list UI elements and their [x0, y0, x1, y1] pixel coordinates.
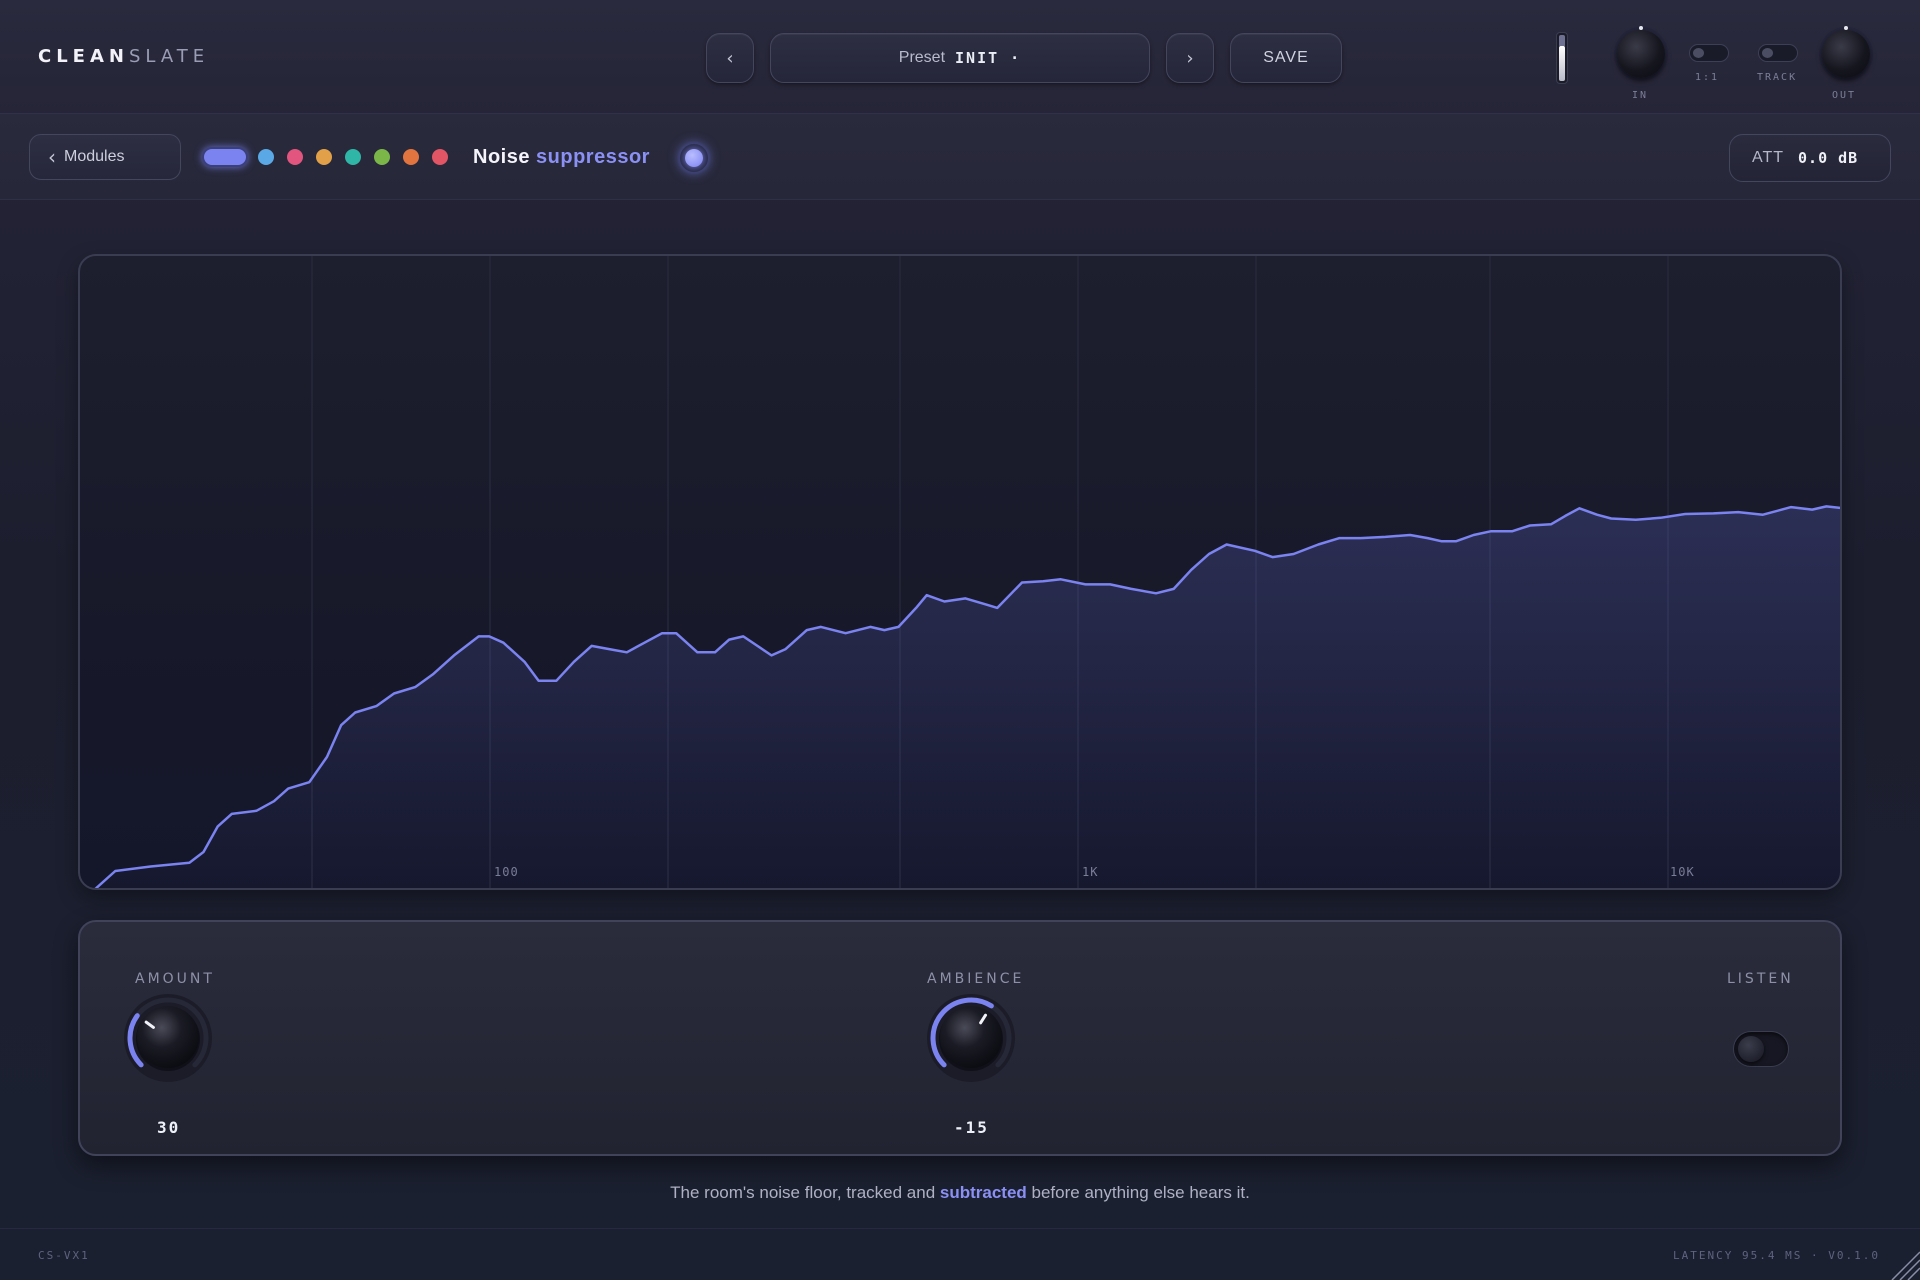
latency-version: LATENCY 95.4 MS · V0.1.0 — [1673, 1249, 1880, 1262]
module-title: Noise suppressor — [473, 146, 650, 169]
caption-highlight: subtracted — [939, 1183, 1027, 1202]
save-label: SAVE — [1263, 49, 1309, 66]
ratio-toggle[interactable] — [1689, 44, 1729, 62]
amount-knob[interactable] — [118, 988, 218, 1088]
att-value: 0.0 dB — [1798, 149, 1859, 167]
att-label: ATT — [1752, 149, 1785, 166]
spectrum-display: 100 1K 10K — [78, 254, 1842, 890]
chevron-right-icon: › — [1186, 47, 1194, 69]
logo-bold-text: CLEAN — [38, 46, 129, 67]
attenuation-display[interactable]: ATT 0.0 dB — [1729, 134, 1891, 182]
track-toggle[interactable] — [1758, 44, 1798, 62]
resize-grip-icon[interactable] — [1886, 1246, 1920, 1280]
track-label: TRACK — [1757, 72, 1798, 83]
save-button[interactable]: SAVE — [1230, 33, 1342, 83]
ambience-label: AMBIENCE — [927, 971, 1025, 987]
meter-fill — [1559, 46, 1565, 81]
module-description: The room's noise floor, tracked and subt… — [0, 1183, 1920, 1203]
caption-text-after: before anything else hears it. — [1026, 1183, 1250, 1202]
top-bar: CLEANSLATE ‹ Preset INIT · › SAVE IN 1:1… — [0, 0, 1920, 114]
color-swatch-active[interactable] — [202, 147, 248, 167]
frequency-tick-label: 1K — [1082, 865, 1098, 879]
knob-cap — [940, 1006, 1002, 1068]
amount-value: 30 — [157, 1118, 181, 1137]
ratio-label: 1:1 — [1695, 72, 1720, 83]
ambience-knob[interactable] — [921, 988, 1021, 1088]
module-title-accent: suppressor — [536, 146, 650, 168]
color-swatch[interactable] — [432, 149, 448, 165]
input-level-meter — [1556, 32, 1568, 84]
modules-back-label: Modules — [64, 148, 125, 165]
footer-divider — [0, 1228, 1920, 1229]
knob-cap — [137, 1006, 199, 1068]
logo-light-text: SLATE — [128, 46, 210, 67]
input-gain-knob[interactable] — [1617, 26, 1665, 78]
ambience-value: -15 — [954, 1118, 989, 1137]
module-power-button[interactable] — [678, 142, 710, 174]
module-title-primary: Noise — [473, 146, 530, 168]
model-id: CS-VX1 — [38, 1249, 90, 1262]
spectrum-graph: 100 1K 10K — [94, 256, 1840, 888]
preset-selector[interactable]: Preset INIT · — [770, 33, 1150, 83]
preset-label: Preset — [898, 49, 946, 66]
preset-prev-button[interactable]: ‹ — [706, 33, 754, 83]
app-logo: CLEANSLATE — [38, 46, 209, 67]
chevron-left-icon: ‹ — [726, 47, 734, 69]
preset-value: INIT · — [955, 49, 1022, 67]
output-gain-knob[interactable] — [1822, 26, 1870, 78]
color-swatch[interactable] — [374, 149, 390, 165]
color-swatch[interactable] — [345, 149, 361, 165]
preset-next-button[interactable]: › — [1166, 33, 1214, 83]
listen-label: LISTEN — [1727, 971, 1794, 987]
spectrum-fill — [96, 506, 1840, 888]
frequency-tick-label: 10K — [1670, 865, 1695, 879]
modules-back-button[interactable]: ‹ Modules — [29, 134, 181, 180]
listen-toggle[interactable] — [1733, 1031, 1789, 1067]
color-swatch[interactable] — [287, 149, 303, 165]
color-swatch[interactable] — [316, 149, 332, 165]
chevron-left-icon: ‹ — [48, 145, 56, 169]
color-swatch[interactable] — [403, 149, 419, 165]
out-label: OUT — [1832, 90, 1857, 101]
caption-text-before: The room's noise floor, tracked and — [670, 1183, 940, 1202]
amount-label: AMOUNT — [135, 971, 215, 987]
in-label: IN — [1632, 90, 1649, 101]
frequency-tick-label: 100 — [494, 865, 519, 879]
color-swatch[interactable] — [258, 149, 274, 165]
